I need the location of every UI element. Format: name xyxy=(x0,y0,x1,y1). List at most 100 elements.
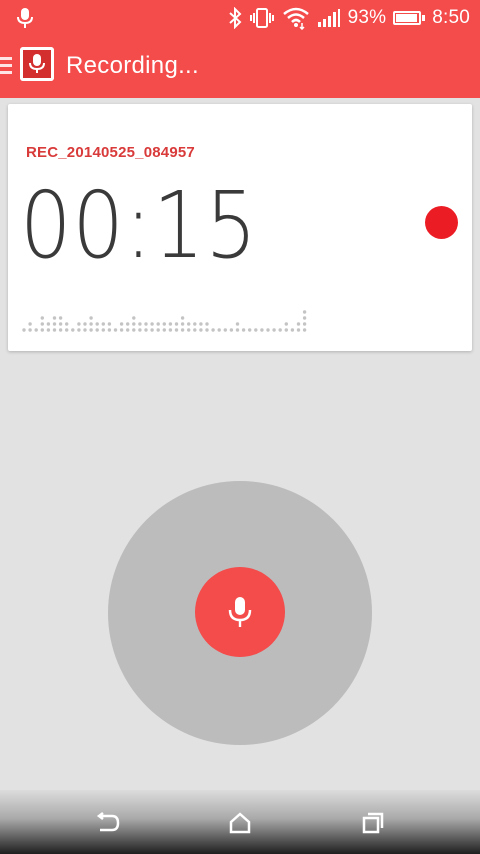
waveform-dot xyxy=(211,328,215,332)
waveform-dot xyxy=(77,322,81,326)
elapsed-timer: 00:15 xyxy=(20,172,258,279)
waveform-dot xyxy=(144,328,148,332)
waveform-dot xyxy=(34,328,38,332)
waveform-dot xyxy=(302,322,307,326)
waveform-dot xyxy=(150,322,154,326)
microphone-icon xyxy=(228,597,252,627)
back-icon xyxy=(96,812,120,832)
page-title: Recording... xyxy=(66,52,199,79)
recent-apps-icon xyxy=(362,812,384,834)
waveform-dot xyxy=(95,328,99,332)
home-icon xyxy=(229,812,251,834)
waveform-dot xyxy=(302,310,307,314)
recording-file-name: REC_20140525_084957 xyxy=(26,144,195,161)
waveform-dot xyxy=(284,328,288,332)
signal-icon xyxy=(317,9,340,27)
waveform-dot xyxy=(132,322,136,326)
waveform-dot xyxy=(113,328,118,332)
waveform-dot xyxy=(58,322,63,326)
back-button[interactable] xyxy=(92,810,122,836)
waveform-dot xyxy=(290,328,295,332)
bluetooth-icon xyxy=(228,7,242,29)
waveform-dot xyxy=(296,322,301,326)
waveform-dot xyxy=(58,316,63,320)
waveform-dot xyxy=(101,322,106,326)
waveform-dot xyxy=(52,316,57,320)
waveform-dot xyxy=(40,322,44,326)
battery-level-fill xyxy=(396,14,417,22)
waveform-dot xyxy=(284,322,288,326)
voice-recorder-screen: 93% 8:50 Recording... REC_20140525_08495… xyxy=(0,0,480,854)
waveform-dot xyxy=(138,328,142,332)
waveform-dot xyxy=(77,328,81,332)
wifi-icon xyxy=(282,7,309,30)
waveform-dot xyxy=(28,328,32,332)
waveform-dot xyxy=(58,328,63,332)
waveform-dot xyxy=(217,328,221,332)
waveform-dot xyxy=(223,328,227,332)
waveform-dot xyxy=(89,328,93,332)
waveform-dot xyxy=(52,328,57,332)
waveform-dot xyxy=(89,322,93,326)
waveform-dot xyxy=(65,328,69,332)
battery-icon xyxy=(393,11,426,25)
waveform-dot xyxy=(150,328,154,332)
waveform-dot xyxy=(248,328,252,332)
waveform-dot xyxy=(199,328,203,332)
waveform-dot xyxy=(235,328,240,332)
waveform-dot xyxy=(132,328,136,332)
app-logo-microphone-icon[interactable] xyxy=(20,47,54,81)
waveform-dot xyxy=(40,328,44,332)
waveform-dot xyxy=(254,328,258,332)
record-button[interactable] xyxy=(195,567,285,657)
app-bar: Recording... xyxy=(0,36,480,98)
microphone-icon xyxy=(17,8,33,28)
waveform-dot xyxy=(22,328,26,332)
waveform-dot xyxy=(71,328,75,332)
waveform-dot xyxy=(168,322,173,326)
status-icons: 93% 8:50 xyxy=(228,0,470,36)
waveform-dot xyxy=(138,322,142,326)
waveform-dot xyxy=(65,322,69,326)
waveform-dot xyxy=(229,328,234,332)
waveform-dot xyxy=(144,322,148,326)
waveform-dot xyxy=(40,316,44,320)
waveform-dot xyxy=(199,322,203,326)
waveform-dot xyxy=(235,322,240,326)
waveform-dot xyxy=(107,328,112,332)
waveform-dot xyxy=(95,322,99,326)
waveform-dot xyxy=(174,322,179,326)
battery-percent: 93% xyxy=(347,7,387,28)
waveform-dot xyxy=(101,328,106,332)
waveform-dot xyxy=(260,328,264,332)
waveform-dot xyxy=(156,322,160,326)
waveform-dot xyxy=(162,328,166,332)
waveform-dot xyxy=(119,322,124,326)
waveform-dot xyxy=(205,322,209,326)
waveform-dot xyxy=(187,322,191,326)
waveform-dot xyxy=(162,322,166,326)
waveform-dot xyxy=(132,316,136,320)
waveform-dot xyxy=(266,328,270,332)
waveform-dot xyxy=(46,322,51,326)
recent-apps-button[interactable] xyxy=(358,810,388,836)
waveform-dot xyxy=(46,328,51,332)
navigation-bar xyxy=(0,790,480,854)
waveform-dot xyxy=(180,328,185,332)
vibrate-icon xyxy=(249,8,274,28)
waveform-dot xyxy=(302,316,307,320)
waveform-dot xyxy=(107,322,112,326)
waveform-dot xyxy=(89,316,93,320)
waveform-dot xyxy=(168,328,173,332)
waveform-dot xyxy=(174,328,179,332)
waveform-dot xyxy=(193,322,197,326)
waveform-dot xyxy=(302,328,307,332)
waveform-visualizer xyxy=(22,310,307,332)
waveform-dot xyxy=(193,328,197,332)
waveform-dot xyxy=(28,322,32,326)
waveform-dot xyxy=(241,328,246,332)
waveform-dot xyxy=(126,328,130,332)
waveform-dot xyxy=(187,328,191,332)
menu-icon[interactable] xyxy=(0,57,12,75)
home-button[interactable] xyxy=(225,810,255,836)
